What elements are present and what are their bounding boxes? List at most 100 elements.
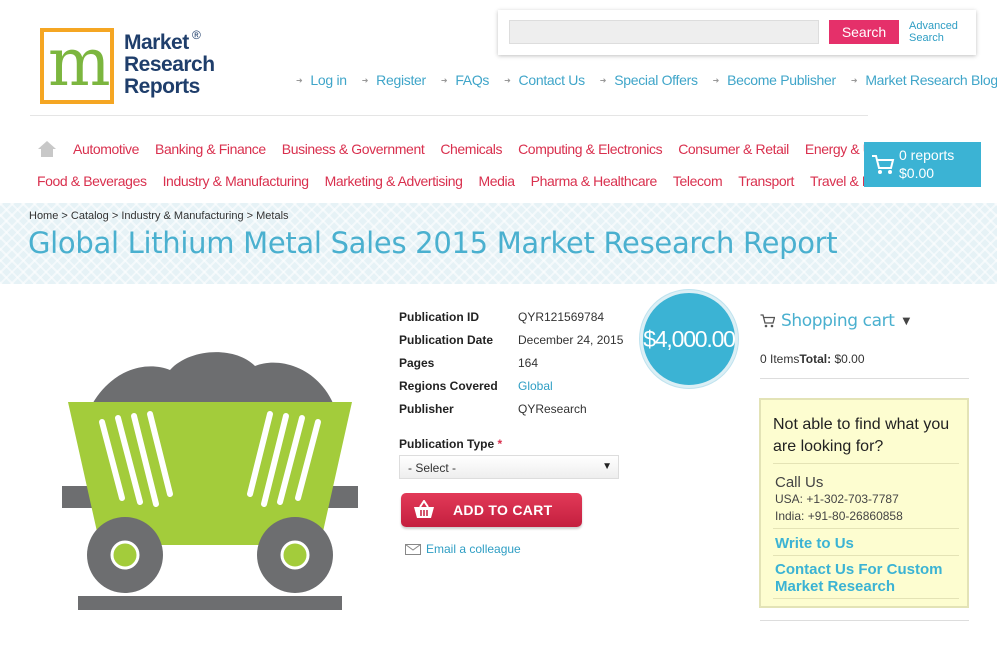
search-button[interactable]: Search: [829, 20, 899, 44]
cart-total-value: $0.00: [831, 352, 865, 366]
shopping-cart-icon: [872, 155, 895, 174]
cart-count: 0 reports: [899, 147, 955, 163]
shopping-cart-icon: [760, 314, 775, 328]
detail-value: QYR121569784: [518, 310, 605, 324]
become-publisher-label: Become Publisher: [727, 72, 836, 88]
registered-mark: ®: [192, 28, 201, 42]
caret-down-icon: ▼: [902, 315, 910, 327]
category-automotive[interactable]: Automotive: [73, 141, 139, 157]
category-food-beverages[interactable]: Food & Beverages: [37, 173, 147, 189]
email-colleague-link[interactable]: Email a colleague: [405, 542, 521, 556]
publication-type-select[interactable]: - Select - ▼: [399, 455, 619, 479]
email-colleague-label: Email a colleague: [426, 542, 521, 556]
arrow-right-icon: ➜: [599, 75, 607, 85]
phone-usa: USA: +1-302-703-7787: [775, 492, 899, 506]
caret-down-icon: ▼: [602, 461, 612, 472]
logo-line-3: Reports: [124, 75, 200, 98]
category-transport[interactable]: Transport: [738, 173, 794, 189]
arrow-right-icon: ➜: [296, 75, 303, 85]
detail-label: Publication Date: [399, 333, 494, 347]
cart-items-count: 0 Items: [760, 352, 800, 366]
faqs-link[interactable]: ➜ FAQs: [440, 72, 490, 88]
category-computing-electronics[interactable]: Computing & Electronics: [518, 141, 662, 157]
help-divider: [773, 555, 959, 556]
help-divider: [773, 463, 959, 464]
cart-total-label: Total:: [799, 352, 832, 366]
category-media[interactable]: Media: [478, 173, 515, 189]
page-title: Global Lithium Metal Sales 2015 Market R…: [28, 226, 838, 260]
category-nav-row-1: Automotive Banking & Finance Business & …: [73, 141, 920, 157]
detail-label: Regions Covered: [399, 379, 498, 393]
detail-value: December 24, 2015: [518, 333, 624, 347]
blog-label: Market Research Blog: [865, 72, 997, 88]
special-offers-link[interactable]: ➜ Special Offers: [600, 72, 698, 88]
home-icon[interactable]: [37, 140, 57, 158]
call-us-title: Call Us: [775, 474, 824, 491]
contact-us-label: Contact Us: [518, 72, 586, 88]
logo-letter: m: [48, 24, 111, 101]
sidebar-divider: [760, 620, 969, 621]
faqs-label: FAQs: [455, 72, 490, 88]
arrow-right-icon: ➜: [440, 75, 448, 85]
detail-value: 164: [518, 356, 539, 370]
advanced-search-line2: Search: [909, 32, 944, 44]
required-marker: *: [497, 437, 503, 451]
arrow-right-icon: ➜: [850, 75, 858, 85]
category-consumer-retail[interactable]: Consumer & Retail: [678, 141, 789, 157]
category-marketing-advertising[interactable]: Marketing & Advertising: [325, 173, 463, 189]
advanced-search-link[interactable]: Advanced Search: [909, 20, 969, 44]
breadcrumb[interactable]: Home > Catalog > Industry & Manufacturin…: [29, 210, 289, 222]
shopping-cart-toggle[interactable]: Shopping cart ▼: [760, 311, 910, 331]
special-offers-label: Special Offers: [614, 72, 698, 88]
category-business-government[interactable]: Business & Government: [282, 141, 425, 157]
header-divider: [30, 115, 868, 116]
help-question: Not able to find what you are looking fo…: [773, 416, 950, 455]
category-industry-manufacturing[interactable]: Industry & Manufacturing: [163, 173, 309, 189]
blog-link[interactable]: ➜ Market Research Blog: [851, 72, 997, 88]
category-nav-row-2: Food & Beverages Industry & Manufacturin…: [37, 173, 921, 189]
arrow-right-icon: ➜: [712, 75, 720, 85]
category-chemicals[interactable]: Chemicals: [440, 141, 502, 157]
category-pharma-healthcare[interactable]: Pharma & Healthcare: [531, 173, 658, 189]
detail-value: QYResearch: [518, 402, 587, 416]
basket-icon: [414, 500, 434, 518]
register-label: Register: [376, 72, 426, 88]
become-publisher-link[interactable]: ➜ Become Publisher: [712, 72, 837, 88]
publication-type-selected: - Select -: [408, 461, 457, 475]
search-input[interactable]: [509, 20, 819, 44]
shopping-cart-summary: 0 ItemsTotal: $0.00: [760, 352, 865, 366]
register-link[interactable]: ➜ Register: [362, 72, 426, 88]
detail-label: Publication ID: [399, 310, 480, 324]
login-label: Log in: [310, 72, 347, 88]
arrow-right-icon: ➜: [504, 75, 511, 85]
shopping-cart-title: Shopping cart: [781, 311, 895, 331]
sidebar-divider: [760, 378, 969, 379]
header-cart-widget[interactable]: 0 reports $0.00: [864, 142, 981, 187]
price-badge: $4,000.00: [640, 290, 738, 388]
advanced-search-line1: Advanced: [909, 20, 958, 32]
write-to-us-link[interactable]: Write to Us: [775, 535, 854, 552]
add-to-cart-button[interactable]: ADD TO CART: [401, 493, 582, 527]
contact-us-link[interactable]: ➜ Contact Us: [504, 72, 585, 88]
publication-type-label: Publication Type *: [399, 437, 502, 451]
custom-research-link[interactable]: Contact Us For Custom Market Research: [775, 561, 961, 595]
search-panel: Search Advanced Search: [498, 10, 976, 55]
help-divider: [773, 598, 959, 599]
regions-link[interactable]: Global: [518, 379, 553, 393]
detail-label: Pages: [399, 356, 435, 370]
login-link[interactable]: ➜ Log in: [296, 72, 347, 88]
logo-line-2: Research: [124, 53, 215, 76]
product-image-mine-cart-icon: [62, 352, 358, 610]
envelope-icon: [405, 543, 421, 555]
phone-india: India: +91-80-26860858: [775, 509, 903, 523]
category-telecom[interactable]: Telecom: [673, 173, 723, 189]
add-to-cart-label: ADD TO CART: [453, 502, 553, 518]
publication-type-text: Publication Type: [399, 437, 495, 451]
cart-total: $0.00: [899, 165, 935, 181]
site-logo[interactable]: m Market Research Reports ®: [40, 24, 220, 106]
top-links: ➜ Log in ➜ Register ➜ FAQs ➜ Contact Us ➜ Spe…: [296, 72, 997, 88]
logo-mark: m: [40, 24, 114, 104]
help-divider: [773, 528, 959, 529]
category-banking-finance[interactable]: Banking & Finance: [155, 141, 266, 157]
help-box: Not able to find what you are looking fo…: [759, 398, 969, 608]
